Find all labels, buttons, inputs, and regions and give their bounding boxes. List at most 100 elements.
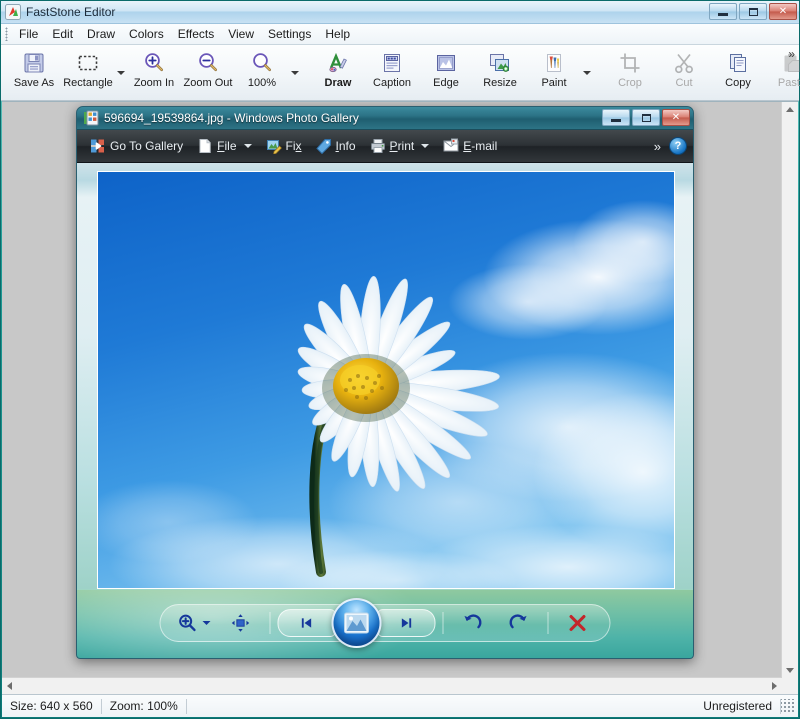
scrollbar-corner	[782, 678, 798, 694]
red-x-delete-icon	[567, 612, 589, 634]
toolbar-button-rectangle[interactable]: Rectangle	[61, 45, 115, 90]
menu-help[interactable]: Help	[318, 25, 357, 43]
toolbar-button-copy[interactable]: Copy	[711, 45, 765, 90]
app-title: FastStone Editor	[26, 5, 115, 19]
chevron-down-icon	[203, 621, 211, 625]
menu-colors[interactable]: Colors	[122, 25, 171, 43]
photo-viewer-area[interactable]	[77, 163, 693, 589]
magnifier-plus-icon	[177, 612, 199, 634]
toolbar-overflow-chevron[interactable]: »	[788, 47, 795, 61]
toolbar-label-save-as: Save As	[14, 77, 54, 89]
menu-view[interactable]: View	[221, 25, 261, 43]
info-tag-icon	[316, 138, 332, 154]
toolbar-button-zoom-in[interactable]: Zoom In	[127, 45, 181, 90]
toolbar-label-zoom-in: Zoom In	[134, 77, 174, 89]
caption-document-icon	[378, 50, 406, 76]
file-menu-button[interactable]: File	[190, 134, 258, 158]
resize-image-icon	[486, 50, 514, 76]
fit-to-window-icon	[230, 612, 252, 634]
help-icon[interactable]: ?	[669, 137, 687, 155]
pg-maximize-button[interactable]	[632, 109, 660, 126]
crop-icon	[616, 50, 644, 76]
scroll-right-icon[interactable]	[772, 682, 777, 690]
status-registration: Unregistered	[695, 698, 780, 714]
canvas-vertical-scrollbar[interactable]	[781, 102, 798, 678]
zoom-100-dropdown-arrow[interactable]	[291, 53, 299, 93]
nav-separator-3	[548, 612, 549, 634]
scroll-down-icon[interactable]	[786, 668, 794, 673]
toolbar-label-zoom-100: 100%	[248, 77, 276, 89]
photo-image[interactable]	[97, 171, 675, 589]
email-button[interactable]: E-mail	[436, 134, 504, 158]
nav-separator-1	[270, 612, 271, 634]
previous-track-icon	[298, 615, 316, 631]
chevron-down-icon	[421, 144, 429, 148]
delete-image-button[interactable]	[556, 608, 600, 638]
info-button[interactable]: Info	[309, 134, 363, 158]
toolbar-label-paint: Paint	[541, 77, 566, 89]
menu-file[interactable]: File	[12, 25, 45, 43]
toolbar-button-paint[interactable]: Paint	[527, 45, 581, 90]
toolbar-label-paste: Paste	[778, 77, 800, 89]
rotate-right-icon	[508, 612, 530, 634]
toolbar-button-draw[interactable]: Draw	[311, 45, 365, 90]
main-toolbar: Save As Rectangle Zoom In	[1, 45, 799, 101]
go-to-gallery-label: Go To Gallery	[110, 139, 183, 153]
photo-nav-toolbar	[160, 604, 611, 642]
menu-draw[interactable]: Draw	[80, 25, 122, 43]
canvas-horizontal-scrollbar[interactable]	[2, 677, 782, 694]
fit-to-window-button[interactable]	[219, 608, 263, 638]
next-track-icon	[398, 615, 416, 631]
statusbar: Size: 640 x 560 Zoom: 100% Unregistered	[2, 694, 798, 717]
toolbar-button-caption[interactable]: Caption	[365, 45, 419, 90]
pg-minimize-button[interactable]	[602, 109, 630, 126]
paint-brushes-icon	[540, 50, 568, 76]
command-bar-overflow-chevron[interactable]: »	[654, 139, 661, 154]
zoom-control-button[interactable]	[171, 608, 217, 638]
minimize-button[interactable]	[709, 3, 737, 20]
toolbar-button-save-as[interactable]: Save As	[7, 45, 61, 90]
menu-edit[interactable]: Edit	[45, 25, 80, 43]
command-bar-right-group: » ?	[654, 137, 687, 155]
rectangle-dropdown-arrow[interactable]	[117, 53, 125, 93]
status-size: Size: 640 x 560	[2, 698, 101, 714]
toolbar-button-resize[interactable]: Resize	[473, 45, 527, 90]
magnifier-plus-icon	[140, 50, 168, 76]
status-zoom: Zoom: 100%	[102, 698, 186, 714]
previous-image-button[interactable]	[278, 609, 336, 637]
paint-dropdown-arrow[interactable]	[583, 53, 591, 93]
maximize-button[interactable]	[739, 3, 767, 20]
toolbar-label-cut: Cut	[675, 77, 692, 89]
toolbar-button-edge[interactable]: Edge	[419, 45, 473, 90]
printer-icon	[370, 138, 386, 154]
toolbar-button-zoom-100[interactable]: 100%	[235, 45, 289, 90]
fix-button[interactable]: Fix	[259, 134, 309, 158]
scissors-icon	[670, 50, 698, 76]
editor-client-area: 596694_19539864.jpg - Windows Photo Gall…	[2, 101, 798, 694]
pg-close-button[interactable]: ✕	[662, 109, 690, 126]
windows-photo-gallery-window: 596694_19539864.jpg - Windows Photo Gall…	[76, 106, 694, 659]
scroll-up-icon[interactable]	[786, 107, 794, 112]
chevron-down-icon	[583, 71, 591, 75]
rotate-counterclockwise-button[interactable]	[451, 608, 495, 638]
close-button[interactable]: ✕	[769, 3, 797, 20]
rotate-clockwise-button[interactable]	[497, 608, 541, 638]
floppy-disk-icon	[20, 50, 48, 76]
file-menu-label: File	[217, 139, 236, 153]
next-image-button[interactable]	[378, 609, 436, 637]
fix-pencil-icon	[266, 138, 282, 154]
toolbar-label-crop: Crop	[618, 77, 642, 89]
menubar-grip[interactable]	[5, 27, 8, 41]
play-slideshow-button[interactable]	[332, 598, 382, 648]
menu-settings[interactable]: Settings	[261, 25, 318, 43]
go-to-gallery-button[interactable]: Go To Gallery	[83, 134, 190, 158]
print-button[interactable]: Print	[363, 134, 437, 158]
resize-grip[interactable]	[781, 699, 795, 713]
gallery-arrow-icon	[90, 138, 106, 154]
editor-canvas[interactable]: 596694_19539864.jpg - Windows Photo Gall…	[2, 102, 782, 678]
print-label: Print	[390, 139, 415, 153]
scroll-left-icon[interactable]	[7, 682, 12, 690]
nav-separator-2	[443, 612, 444, 634]
menu-effects[interactable]: Effects	[171, 25, 221, 43]
toolbar-button-zoom-out[interactable]: Zoom Out	[181, 45, 235, 90]
